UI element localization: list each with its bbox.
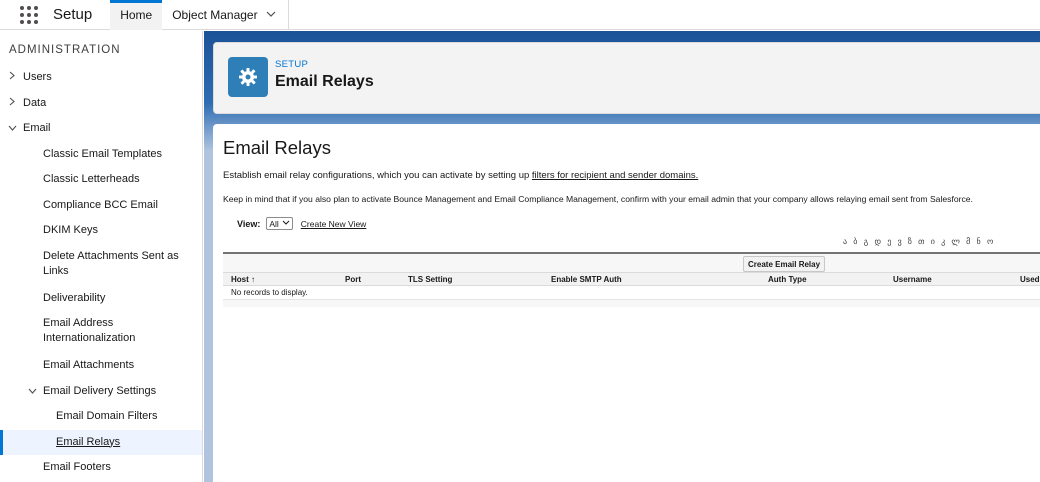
sidebar-item-label: DKIM Keys: [43, 224, 99, 236]
column-header-used[interactable]: Used: [1020, 275, 1040, 284]
chevron-right-icon[interactable]: [5, 70, 19, 85]
sidebar-item-delete-attachments[interactable]: Delete Attachments Sent as Links: [0, 244, 202, 286]
column-header-tls-setting[interactable]: TLS Setting: [408, 275, 452, 284]
sidebar-item-email-delivery-settings[interactable]: Email Delivery Settings: [0, 379, 202, 405]
column-header-host[interactable]: Host ↑: [231, 275, 255, 284]
app-launcher-icon[interactable]: [18, 4, 40, 26]
breadcrumb: SETUP: [275, 59, 309, 70]
create-new-view-link[interactable]: Create New View: [301, 219, 367, 229]
table-button-bar: Create Email Relay: [223, 254, 1040, 272]
sidebar-item-label: Email Relays: [56, 435, 121, 448]
sidebar-item-label: Delete Attachments Sent as Links: [43, 249, 179, 277]
page-note: Keep in mind that if you also plan to ac…: [223, 194, 973, 204]
page-header-title: Email Relays: [275, 73, 374, 90]
sidebar-item-data[interactable]: Data: [0, 91, 202, 117]
sidebar-item-dkim-keys[interactable]: DKIM Keys: [0, 218, 202, 244]
sidebar-item-email-footers[interactable]: Email Footers: [0, 455, 202, 481]
table-header-row: Host ↑ Port TLS Setting Enable SMTP Auth…: [223, 272, 1040, 286]
chevron-right-icon[interactable]: [5, 96, 19, 111]
column-header-enable-smtp-auth[interactable]: Enable SMTP Auth: [551, 275, 622, 284]
sidebar-item-label: Classic Email Templates: [43, 147, 163, 160]
relay-table: Create Email Relay Host ↑ Port TLS Setti…: [223, 252, 1040, 307]
sidebar-item-compliance-bcc-email[interactable]: Compliance BCC Email: [0, 193, 202, 219]
view-selector-row: View: All Create New View: [237, 217, 366, 230]
sidebar-heading: ADMINISTRATION: [9, 44, 121, 56]
tab-home[interactable]: Home: [110, 0, 163, 30]
chevron-down-icon[interactable]: [5, 121, 19, 136]
sidebar-item-deliverability[interactable]: Deliverability: [0, 286, 202, 312]
sidebar-item-email-address-intl[interactable]: Email Address Internationalization: [0, 311, 202, 353]
sidebar-item-label: Email Address Internationalization: [43, 317, 136, 344]
sidebar-item-label: Deliverability: [43, 291, 106, 304]
sidebar-item-label: Email: [23, 122, 51, 135]
chevron-down-icon[interactable]: [266, 9, 276, 20]
tab-home-label: Home: [120, 7, 153, 22]
sidebar-item-email-attachments[interactable]: Email Attachments: [0, 353, 202, 379]
column-header-port[interactable]: Port: [345, 275, 361, 284]
create-email-relay-button[interactable]: Create Email Relay: [743, 256, 826, 272]
sidebar-item-classic-letterheads[interactable]: Classic Letterheads: [0, 167, 202, 193]
sidebar-item-label: Email Domain Filters: [56, 410, 158, 422]
column-header-username[interactable]: Username: [893, 275, 932, 284]
sidebar-item-label: Email Delivery Settings: [43, 384, 157, 397]
description-text: Establish email relay configurations, wh…: [223, 170, 532, 181]
content-panel: Email Relays Establish email relay confi…: [213, 124, 1040, 482]
tab-object-manager[interactable]: Object Manager: [162, 0, 289, 30]
sidebar-item-label: Data: [23, 96, 47, 109]
view-select[interactable]: All: [266, 217, 293, 230]
sidebar-item-label: Compliance BCC Email: [43, 198, 158, 211]
filters-link[interactable]: filters for recipient and sender domains…: [532, 170, 698, 181]
sidebar-item-users[interactable]: Users: [0, 65, 202, 91]
sidebar-item-email-relays[interactable]: Email Relays: [0, 429, 202, 455]
sidebar-item-classic-email-templates[interactable]: Classic Email Templates: [0, 142, 202, 168]
tab-object-manager-label: Object Manager: [172, 7, 258, 22]
view-label: View:: [237, 218, 261, 229]
global-header: Setup Home Object Manager: [0, 0, 1040, 30]
main-content: SETUP Email Relays Email Relays Establis…: [204, 31, 1040, 482]
setup-sidebar: ADMINISTRATION Users Data Email Classic …: [0, 31, 203, 482]
sidebar-item-email[interactable]: Email: [0, 116, 202, 142]
sidebar-item-label: Email Attachments: [43, 359, 135, 371]
sidebar-item-email-domain-filters[interactable]: Email Domain Filters: [0, 404, 202, 430]
sidebar-item-label: Email Footers: [43, 461, 111, 473]
sidebar-item-label: Users: [23, 71, 52, 84]
sidebar-item-label: Classic Letterheads: [43, 173, 140, 185]
app-name: Setup: [53, 6, 93, 23]
chevron-down-icon: [282, 220, 290, 227]
column-header-auth-type[interactable]: Auth Type: [768, 275, 807, 284]
chevron-down-icon[interactable]: [25, 384, 39, 399]
alphabet-filter[interactable]: ა ბ გ დ ე ვ ზ თ ი კ ლ მ ნ ო: [843, 237, 995, 246]
page-description: Establish email relay configurations, wh…: [223, 170, 698, 181]
view-select-value: All: [269, 218, 279, 229]
empty-table-message: No records to display.: [223, 286, 1040, 300]
gear-icon: [228, 57, 268, 97]
page-title: Email Relays: [223, 137, 331, 158]
page-header: SETUP Email Relays: [213, 42, 1040, 114]
